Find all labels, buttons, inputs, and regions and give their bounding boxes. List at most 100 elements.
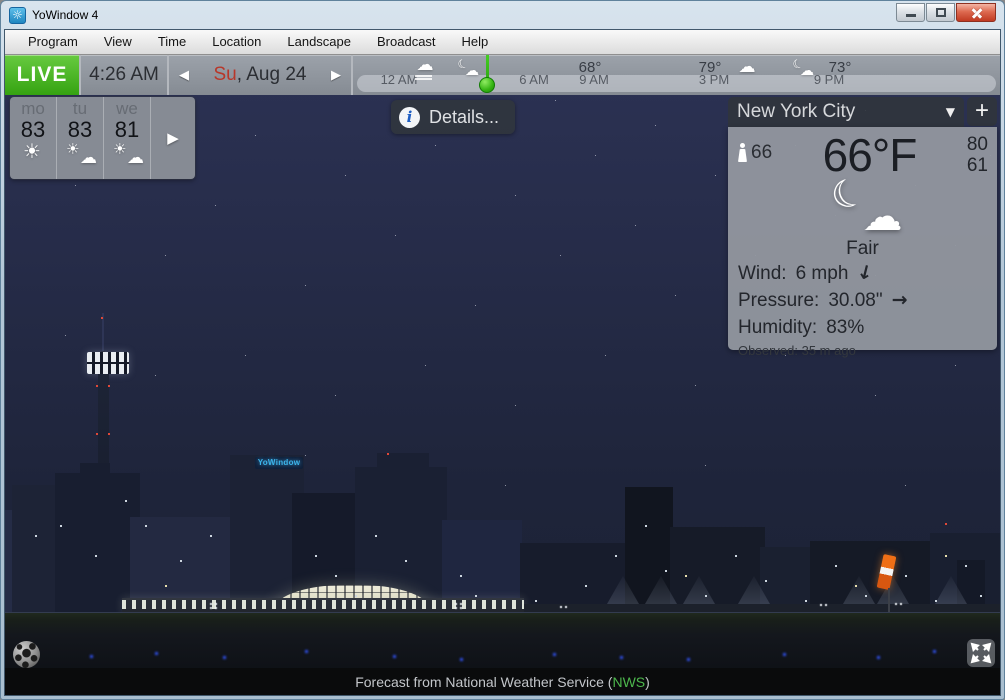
maximize-button[interactable] xyxy=(926,3,955,22)
high-low: 80 61 xyxy=(967,134,988,176)
temperature-row: 66 66°F 80 61 xyxy=(728,127,997,182)
sun-icon: ☀ xyxy=(23,139,41,163)
fullscreen-button[interactable] xyxy=(967,639,995,667)
feels-like-value: 66 xyxy=(751,142,772,164)
high-temp: 80 xyxy=(967,134,988,155)
current-temperature: 66°F xyxy=(772,128,967,182)
chevron-down-icon[interactable]: ▼ xyxy=(946,105,955,119)
close-button[interactable] xyxy=(956,3,996,22)
cloud-icon: ☁ xyxy=(863,194,903,240)
tower-observation-deck xyxy=(87,352,129,374)
weather-panel: 66 66°F 80 61 ☾ ☁ Fair Wind: 6 mph ↓ xyxy=(728,127,997,350)
wind-row: Wind: 6 mph ↓ xyxy=(728,260,997,287)
menu-help[interactable]: Help xyxy=(449,30,502,54)
title-bar[interactable]: ☼ YoWindow 4 xyxy=(1,1,1004,29)
location-selector[interactable]: New York City ▼ xyxy=(728,97,964,127)
humidity-row: Humidity: 83% xyxy=(728,314,997,341)
windsock-pole xyxy=(888,588,890,614)
details-button[interactable]: i Details... xyxy=(391,100,515,134)
expand-icon: ▶ xyxy=(167,129,179,147)
terminal-building xyxy=(122,598,524,612)
fair-night-icon: ☾ ☁ xyxy=(821,178,905,236)
observed-value: 35 m ago xyxy=(802,343,856,358)
window-controls xyxy=(896,3,996,22)
menu-bar: Program View Time Location Landscape Bro… xyxy=(5,30,1000,55)
day-label: we xyxy=(116,100,138,118)
forecast-expand-button[interactable]: ▶ xyxy=(151,97,195,179)
person-icon xyxy=(737,143,748,163)
info-icon: i xyxy=(399,107,420,128)
weekday-label: Su xyxy=(214,64,237,85)
pressure-value: 30.08" xyxy=(828,288,882,313)
timeline-track[interactable]: 12 AM 6 AM 9 AM 3 PM 9 PM xyxy=(357,75,996,92)
low-temp: 61 xyxy=(967,155,988,176)
attribution-bar: Forecast from National Weather Service (… xyxy=(5,668,1000,695)
timeline-temp: 68° xyxy=(579,59,602,76)
live-button[interactable]: LIVE xyxy=(5,55,79,95)
menu-view[interactable]: View xyxy=(91,30,145,54)
app-window: ☼ YoWindow 4 Program View Time Location … xyxy=(0,0,1005,700)
pressure-row: Pressure: 30.08" → xyxy=(728,287,997,314)
window-title: YoWindow 4 xyxy=(32,8,896,22)
clock-display[interactable]: 4:26 AM xyxy=(81,55,167,95)
day-temp: 83 xyxy=(68,118,92,142)
fog-lines-icon xyxy=(415,75,432,80)
observed-label: Observed: xyxy=(738,343,798,358)
humidity-label: Humidity: xyxy=(738,315,817,340)
attribution-suffix: ) xyxy=(645,674,650,690)
forecast-day-tuesday[interactable]: tu 83 ☀☁ xyxy=(57,97,104,179)
content-area: YoWindow New York City xyxy=(5,55,1000,695)
wind-value: 6 mph xyxy=(796,261,849,286)
attribution-text: Forecast from National Weather Service ( xyxy=(355,674,612,690)
next-day-icon[interactable]: ▶ xyxy=(331,68,341,83)
forecast-day-wednesday[interactable]: we 81 ☀☁ xyxy=(104,97,151,179)
date-rest-label: , Aug 24 xyxy=(237,64,307,85)
app-icon: ☼ xyxy=(9,7,26,24)
forecast-day-monday[interactable]: mo 83 ☀ xyxy=(10,97,57,179)
add-location-button[interactable]: + xyxy=(967,97,997,126)
prev-day-icon[interactable]: ◀ xyxy=(179,68,189,83)
cloud-icon: ☁ xyxy=(739,57,756,77)
pressure-label: Pressure: xyxy=(738,288,819,313)
menu-time[interactable]: Time xyxy=(145,30,199,54)
toolbar: LIVE 4:26 AM ◀ Su, Aug 24 ▶ 12 AM 6 AM 9… xyxy=(5,55,1000,95)
fullscreen-arrows-icon xyxy=(970,642,992,664)
sun-icon: ☀ xyxy=(113,140,126,158)
cloud-icon: ☁ xyxy=(800,63,814,79)
feels-like: 66 xyxy=(737,142,772,164)
date-label: Su, Aug 24 xyxy=(214,64,307,86)
cloud-icon: ☁ xyxy=(465,63,479,79)
window-body: Program View Time Location Landscape Bro… xyxy=(4,29,1001,696)
maximize-icon xyxy=(936,8,946,17)
menu-broadcast[interactable]: Broadcast xyxy=(364,30,449,54)
menu-landscape[interactable]: Landscape xyxy=(274,30,364,54)
soccer-ball-icon[interactable] xyxy=(13,641,40,668)
partly-cloudy-icon: ☀☁ xyxy=(62,142,98,166)
humidity-value: 83% xyxy=(826,315,864,340)
time-marker-handle[interactable] xyxy=(479,77,495,93)
wind-label: Wind: xyxy=(738,261,787,286)
date-navigator[interactable]: ◀ Su, Aug 24 ▶ xyxy=(169,55,351,95)
wind-direction-icon: ↓ xyxy=(855,259,876,287)
airfield-ground xyxy=(5,612,1000,672)
details-label: Details... xyxy=(429,107,499,128)
tower-antenna xyxy=(102,313,104,355)
menu-program[interactable]: Program xyxy=(15,30,91,54)
day-temp: 81 xyxy=(115,118,139,142)
billboard-sign: YoWindow xyxy=(255,457,303,469)
day-label: mo xyxy=(21,100,45,118)
timeline-temp: 79° xyxy=(699,59,722,76)
hour-tick: 6 AM xyxy=(519,72,549,87)
menu-location[interactable]: Location xyxy=(199,30,274,54)
hour-tick: 12 AM xyxy=(381,72,418,87)
sunny-icon: ☀ xyxy=(15,142,51,166)
minimize-button[interactable] xyxy=(896,3,925,22)
forecast-strip: mo 83 ☀ tu 83 ☀☁ we 81 ☀☁ ▶ xyxy=(10,97,195,179)
partly-cloudy-icon: ☀☁ xyxy=(109,142,145,166)
weather-timeline[interactable]: 12 AM 6 AM 9 AM 3 PM 9 PM 68° 79° 73° ☁ … xyxy=(353,55,1000,95)
condition-label: Fair xyxy=(728,238,997,260)
pressure-trend-icon: → xyxy=(892,288,908,313)
sun-icon: ☀ xyxy=(66,140,79,158)
location-name: New York City xyxy=(737,101,946,123)
nws-link[interactable]: NWS xyxy=(612,674,645,690)
